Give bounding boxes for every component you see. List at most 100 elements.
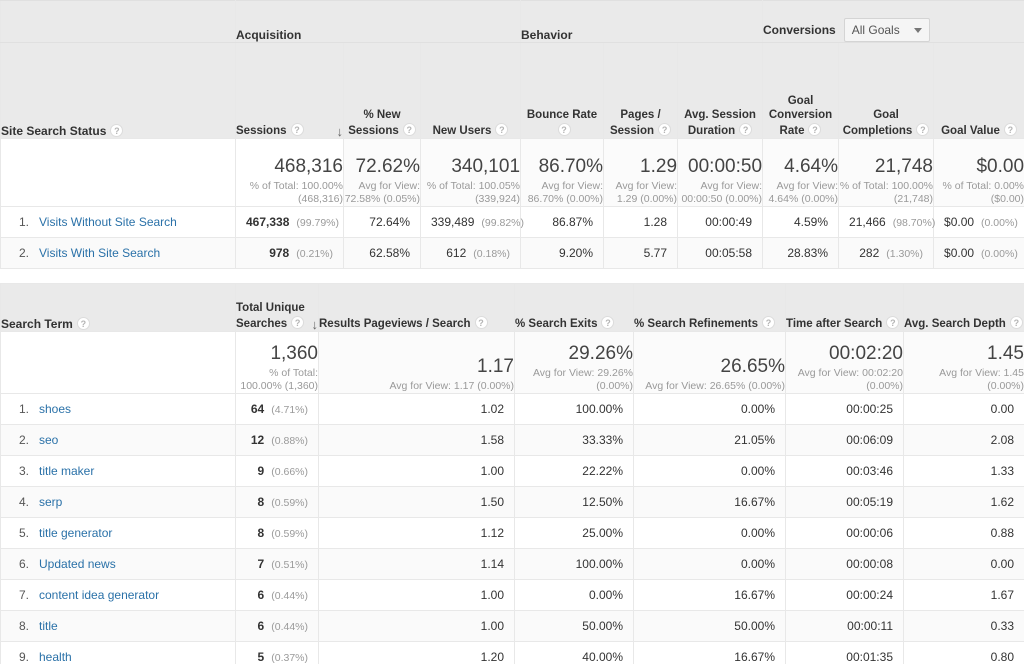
cell-bounce-rate: 9.20% — [520, 237, 605, 269]
cell-percent-search-refinements-value: 0.00% — [740, 526, 775, 540]
row-link-visits-without-site-search[interactable]: Visits Without Site Search — [39, 215, 177, 229]
help-icon[interactable]: ? — [808, 122, 822, 136]
cell-total-unique-searches-pct: (0.44%) — [271, 621, 308, 633]
cell-total-unique-searches-value: 9 — [257, 464, 265, 478]
cell-avg-search-depth: 0.33 — [903, 610, 1024, 642]
column-header-total-unique-searches[interactable]: Total Unique Searches? ↓ — [235, 283, 319, 332]
cell-total-unique-searches: 8 (0.59%) — [235, 486, 319, 518]
summary-goal-conversion-rate-sub: Avg for View: 4.64% (0.00%) — [768, 180, 839, 205]
sort-descending-icon[interactable]: ↓ — [337, 125, 344, 138]
column-header-search-term[interactable]: Search Term? — [0, 283, 236, 332]
table-row[interactable]: 6. Updated news 7 (0.51%) 1.14 100.00% 0.00% 00… — [0, 548, 1024, 580]
cell-total-unique-searches-pct: (4.71%) — [271, 404, 308, 416]
column-header-results-pageviews-per-search[interactable]: Results Pageviews / Search? — [318, 283, 515, 332]
table-row[interactable]: 2. seo 12 (0.88%) 1.58 33.33% 21.05% 00:06:09 2.… — [0, 424, 1024, 456]
table-row[interactable]: 4. serp 8 (0.59%) 1.50 12.50% 16.67% 00:05:19 1.… — [0, 486, 1024, 518]
help-icon[interactable]: ? — [110, 124, 124, 137]
table-row[interactable]: 8. title 6 (0.44%) 1.00 50.00% 50.00% 00:00:11 0… — [0, 610, 1024, 642]
row-dimension: 4. serp — [0, 486, 236, 518]
row-link-search-term[interactable]: Updated news — [39, 557, 116, 571]
column-header-percent-search-refinements[interactable]: % Search Refinements? — [633, 283, 786, 332]
goal-selector-dropdown[interactable]: All Goals — [843, 18, 930, 42]
row-link-search-term[interactable]: shoes — [39, 402, 71, 416]
cell-avg-search-depth: 0.88 — [903, 517, 1024, 549]
group-header-conversions: Conversions All Goals — [762, 0, 1024, 43]
row-link-visits-with-site-search[interactable]: Visits With Site Search — [39, 246, 160, 260]
summary-percent-new-sessions-sub: Avg for View: 72.58% (0.05%) — [344, 180, 420, 205]
search-term-table: Search Term? Total Unique Searches? ↓ Re… — [0, 283, 1024, 664]
help-icon[interactable]: ? — [658, 122, 672, 136]
cell-percent-search-refinements-value: 0.00% — [740, 557, 775, 571]
column-header-time-after-search[interactable]: Time after Search? — [785, 283, 904, 332]
summary-goal-completions-sub: % of Total: 100.00% (21,748) — [839, 180, 934, 205]
row-link-search-term[interactable]: seo — [39, 433, 58, 447]
cell-bounce-rate-value: 86.87% — [552, 215, 594, 229]
help-icon[interactable]: ? — [495, 122, 509, 136]
summary-row: 468,316 % of Total: 100.00% (468,316) 72… — [0, 138, 1024, 207]
cell-bounce-rate: 86.87% — [520, 206, 605, 238]
column-header-pages-session[interactable]: Pages / Session? — [603, 42, 679, 139]
cell-total-unique-searches-pct: (0.37%) — [271, 652, 308, 664]
help-icon[interactable]: ? — [76, 317, 90, 330]
help-icon[interactable]: ? — [1003, 122, 1017, 136]
row-link-search-term[interactable]: title — [39, 619, 58, 633]
cell-percent-search-exits: 12.50% — [514, 486, 634, 518]
cell-percent-search-exits-value: 100.00% — [575, 557, 623, 571]
cell-results-pageviews-per-search-value: 1.12 — [480, 526, 504, 540]
column-header-goal-value[interactable]: Goal Value? — [933, 42, 1024, 139]
column-header-avg-search-depth[interactable]: Avg. Search Depth? — [903, 283, 1024, 332]
help-icon[interactable]: ? — [557, 122, 571, 136]
help-icon[interactable]: ? — [762, 315, 775, 329]
table-row[interactable]: 1. shoes 64 (4.71%) 1.02 100.00% 0.00% 00:00:25… — [0, 393, 1024, 425]
table-row[interactable]: 1. Visits Without Site Search 467,338 (99… — [0, 206, 1024, 238]
column-header-new-users[interactable]: New Users? — [419, 42, 522, 139]
cell-percent-search-refinements: 0.00% — [633, 548, 786, 580]
column-header-avg-session-duration[interactable]: Avg. Session Duration? — [677, 42, 764, 139]
help-icon[interactable]: ? — [739, 122, 753, 136]
help-icon[interactable]: ? — [291, 315, 305, 329]
help-icon[interactable]: ? — [1009, 315, 1023, 329]
table-row[interactable]: 7. content idea generator 6 (0.44%) 1.00 0.00… — [0, 579, 1024, 611]
cell-total-unique-searches: 8 (0.59%) — [235, 517, 319, 549]
column-header-percent-search-exits[interactable]: % Search Exits? — [514, 283, 634, 332]
table-row[interactable]: 2. Visits With Site Search 978 (0.21%) 62… — [0, 237, 1024, 269]
column-label-percent-search-exits: % Search Exits — [515, 317, 598, 330]
help-icon[interactable]: ? — [886, 315, 900, 329]
help-icon[interactable]: ? — [290, 122, 304, 136]
summary-avg-search-depth-value: 1.45 — [987, 343, 1024, 364]
cell-total-unique-searches-value: 5 — [257, 650, 265, 664]
column-header-goal-conversion-rate[interactable]: Goal Conversion Rate? — [762, 42, 840, 139]
help-icon[interactable]: ? — [474, 315, 488, 329]
column-header-goal-completions[interactable]: Goal Completions? — [838, 42, 935, 139]
help-icon[interactable]: ? — [601, 315, 615, 329]
column-header-bounce-rate[interactable]: Bounce Rate? — [520, 42, 605, 139]
cell-percent-search-refinements: 0.00% — [633, 455, 786, 487]
table-row[interactable]: 9. health 5 (0.37%) 1.20 40.00% 16.67% 00:01:35… — [0, 641, 1024, 664]
table-row[interactable]: 5. title generator 8 (0.59%) 1.12 25.00% 0.00%… — [0, 517, 1024, 549]
cell-total-unique-searches-pct: (0.88%) — [271, 435, 308, 447]
cell-percent-search-exits: 25.00% — [514, 517, 634, 549]
help-icon[interactable]: ? — [402, 122, 416, 136]
column-header-sessions[interactable]: Sessions? ↓ — [235, 42, 344, 139]
summary-percent-search-exits: 29.26% Avg for View: 29.26% (0.00%) — [514, 331, 634, 394]
row-link-search-term[interactable]: serp — [39, 495, 62, 509]
column-header-site-search-status[interactable]: Site Search Status? — [0, 42, 236, 139]
row-dimension: 3. title maker — [0, 455, 236, 487]
column-header-percent-new-sessions[interactable]: % New Sessions? — [343, 42, 421, 139]
summary-time-after-search-sub: Avg for View: 00:02:20 (0.00%) — [797, 367, 903, 392]
row-link-search-term[interactable]: title maker — [39, 464, 94, 478]
cell-total-unique-searches: 6 (0.44%) — [235, 579, 319, 611]
row-link-search-term[interactable]: content idea generator — [39, 588, 159, 602]
help-icon[interactable]: ? — [916, 122, 930, 136]
row-link-search-term[interactable]: health — [39, 650, 72, 664]
summary-percent-search-refinements-value: 26.65% — [720, 356, 785, 377]
row-link-search-term[interactable]: title generator — [39, 526, 112, 540]
cell-percent-search-exits-value: 22.22% — [582, 464, 623, 478]
group-label-behavior: Behavior — [521, 28, 573, 42]
cell-goal-value: $0.00 (0.00%) — [933, 237, 1024, 269]
cell-results-pageviews-per-search-value: 1.14 — [480, 557, 504, 571]
row-index: 1. — [18, 402, 29, 416]
table-row[interactable]: 3. title maker 9 (0.66%) 1.00 22.22% 0.00% 00:0… — [0, 455, 1024, 487]
summary-percent-search-exits-value: 29.26% — [568, 343, 633, 364]
sort-descending-icon[interactable]: ↓ — [312, 318, 319, 331]
